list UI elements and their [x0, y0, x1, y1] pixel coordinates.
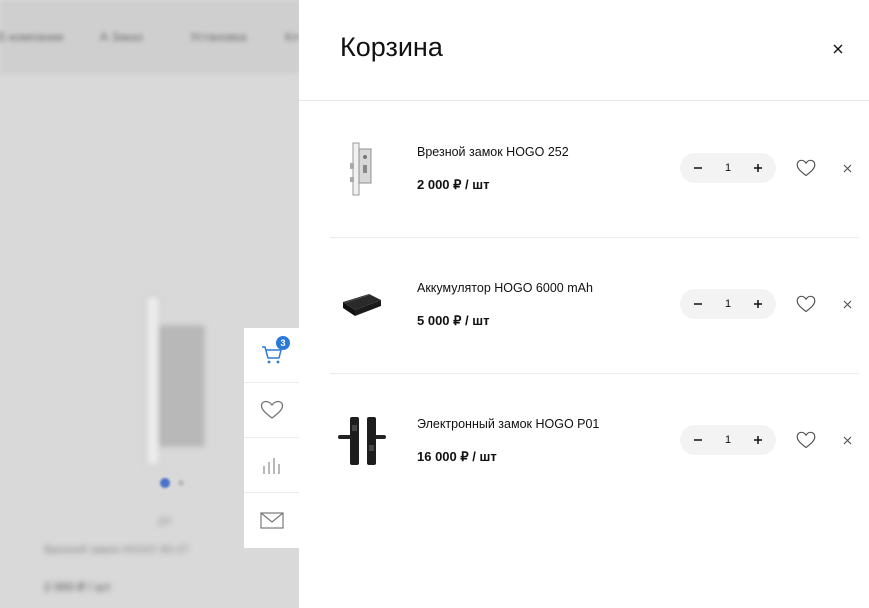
cart-header: Корзина [299, 0, 869, 101]
background-product-caption: Врезной замок HOGO 3D-27 [44, 544, 190, 556]
smart-lock-icon [338, 417, 386, 465]
cart-item: Аккумулятор HOGO 6000 mAh 5 000 ₽ / шт 1 [330, 237, 859, 374]
product-name[interactable]: Врезной замок HOGO 252 [417, 145, 569, 159]
close-icon [833, 44, 843, 54]
background-product-image [146, 296, 160, 466]
favorite-heart-icon[interactable] [796, 431, 816, 449]
cart-button[interactable]: 3 [244, 328, 299, 383]
compare-icon [262, 458, 280, 474]
minus-icon [694, 167, 702, 169]
heart-icon [260, 400, 283, 419]
battery-icon [343, 294, 381, 316]
decrease-quantity-button[interactable] [690, 296, 706, 312]
plus-icon [754, 436, 762, 444]
product-image [330, 393, 394, 489]
background-product-image-body [160, 326, 204, 446]
remove-item-button[interactable] [840, 161, 854, 175]
product-image [330, 257, 394, 353]
background-carousel-dot-active [160, 478, 170, 488]
minus-icon [694, 303, 702, 305]
cart-item: Электронный замок HOGO P01 16 000 ₽ / шт… [330, 373, 859, 509]
mortise-lock-icon [350, 142, 372, 196]
background-carousel-dot [178, 480, 184, 486]
cart-item: Врезной замок HOGO 252 2 000 ₽ / шт 1 [330, 101, 859, 238]
increase-quantity-button[interactable] [750, 296, 766, 312]
product-price: 2 000 ₽ / шт [417, 177, 490, 192]
background-nav-item: А Заказ [100, 30, 143, 44]
product-name[interactable]: Электронный замок HOGO P01 [417, 417, 599, 431]
favorite-heart-icon[interactable] [796, 159, 816, 177]
background-nav-item: Е-компании [0, 30, 64, 44]
compare-button[interactable] [244, 438, 299, 493]
quantity-value: 1 [724, 434, 732, 446]
cart-title: Корзина [340, 32, 443, 62]
background-nav-item: Установка [190, 30, 247, 44]
quantity-stepper: 1 [680, 425, 776, 455]
decrease-quantity-button[interactable] [690, 432, 706, 448]
close-icon [843, 300, 851, 308]
close-icon [843, 164, 851, 172]
minus-icon [694, 439, 702, 441]
plus-icon [754, 300, 762, 308]
message-button[interactable] [244, 493, 299, 548]
product-price: 16 000 ₽ / шт [417, 449, 497, 464]
background-product-price: 2 000 ₽ / шт [44, 580, 111, 594]
product-name[interactable]: Аккумулятор HOGO 6000 mAh [417, 281, 593, 295]
quantity-value: 1 [724, 162, 732, 174]
favorite-heart-icon[interactable] [796, 295, 816, 313]
remove-item-button[interactable] [840, 297, 854, 311]
increase-quantity-button[interactable] [750, 160, 766, 176]
background-nav: Е-компании А Заказ Установка Кл [0, 0, 300, 74]
background-small-label: ДА [158, 516, 172, 527]
plus-icon [754, 164, 762, 172]
background-nav-item: Кл [285, 30, 299, 44]
close-icon [843, 436, 851, 444]
quantity-stepper: 1 [680, 153, 776, 183]
cart-drawer: Корзина Врезной замок HOGO 252 2 000 ₽ /… [299, 0, 869, 608]
remove-item-button[interactable] [840, 433, 854, 447]
increase-quantity-button[interactable] [750, 432, 766, 448]
cart-count-badge: 3 [276, 336, 290, 350]
decrease-quantity-button[interactable] [690, 160, 706, 176]
quantity-value: 1 [724, 298, 732, 310]
product-image [330, 121, 394, 217]
floating-toolbar: 3 [244, 328, 299, 548]
product-price: 5 000 ₽ / шт [417, 313, 490, 328]
mail-icon [259, 512, 284, 529]
favorites-button[interactable] [244, 383, 299, 438]
quantity-stepper: 1 [680, 289, 776, 319]
close-cart-button[interactable] [829, 40, 847, 58]
